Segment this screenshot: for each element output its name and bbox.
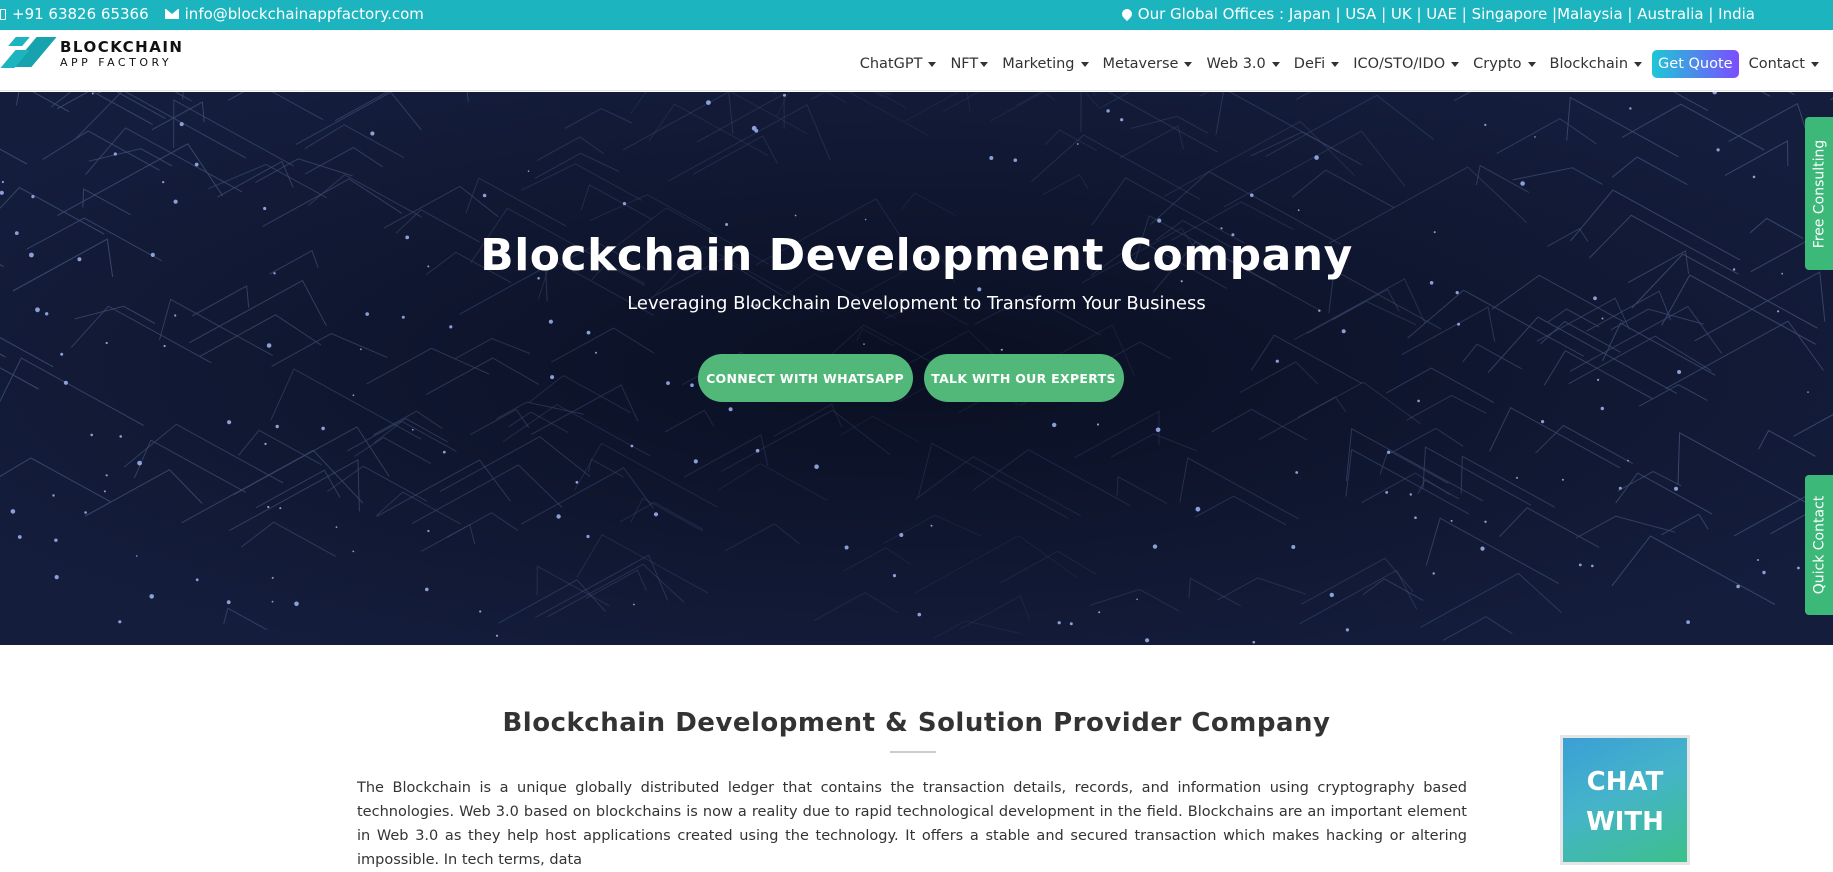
nav-item-contact[interactable]: Contact <box>1749 56 1819 72</box>
nav-item-blockchain[interactable]: Blockchain <box>1550 56 1643 72</box>
nav-item-metaverse[interactable]: Metaverse <box>1103 56 1193 72</box>
get-quote-button[interactable]: Get Quote <box>1652 50 1739 78</box>
site-header: BLOCKCHAIN APP FACTORY ChatGPT NFT Marke… <box>0 30 1833 91</box>
main-nav: ChatGPT NFT Marketing Metaverse Web 3.0 … <box>846 50 1819 78</box>
mobile-phone-icon <box>0 8 6 20</box>
email-link[interactable]: info@blockchainappfactory.com <box>164 5 424 23</box>
caret-down-icon <box>1634 61 1643 67</box>
caret-down-icon <box>1184 61 1193 67</box>
nav-item-marketing[interactable]: Marketing <box>1002 56 1089 72</box>
caret-down-icon <box>980 61 989 67</box>
intro-paragraph: The Blockchain is a unique globally dist… <box>357 780 1467 868</box>
caret-down-icon <box>1527 61 1536 67</box>
nav-item-defi[interactable]: DeFi <box>1294 56 1340 72</box>
logo-mark-icon <box>0 34 57 74</box>
title-divider <box>890 751 936 753</box>
caret-down-icon <box>1271 61 1280 67</box>
nav-item-web3[interactable]: Web 3.0 <box>1206 56 1280 72</box>
chat-widget-line2: WITH <box>1586 807 1664 837</box>
hero-title: Blockchain Development Company <box>480 230 1353 281</box>
map-marker-icon <box>1119 6 1134 22</box>
logo-text-line1: BLOCKCHAIN <box>60 38 184 56</box>
logo-text-line2: APP FACTORY <box>60 56 173 69</box>
top-contact-bar: +91 63826 65366 info@blockchainappfactor… <box>0 0 1833 30</box>
chat-with-us-widget[interactable]: CHAT WITH <box>1560 735 1690 865</box>
caret-down-icon <box>1331 61 1340 67</box>
nav-item-ico-sto-ido[interactable]: ICO/STO/IDO <box>1353 56 1460 72</box>
phone-link[interactable]: +91 63826 65366 <box>0 5 149 23</box>
caret-down-icon <box>1811 61 1819 67</box>
site-logo[interactable]: BLOCKCHAIN APP FACTORY <box>0 34 184 74</box>
caret-down-icon <box>1080 61 1089 67</box>
caret-down-icon <box>1451 61 1460 67</box>
nav-item-crypto[interactable]: Crypto <box>1473 56 1536 72</box>
section-title: Blockchain Development & Solution Provid… <box>502 708 1331 738</box>
talk-with-experts-button[interactable]: TALK WITH OUR EXPERTS <box>923 354 1124 402</box>
nav-item-nft[interactable]: NFT <box>950 56 989 72</box>
connect-whatsapp-button[interactable]: CONNECT WITH WHATSAPP <box>697 354 913 402</box>
free-consulting-tab[interactable]: Free Consulting <box>1805 117 1833 270</box>
hero-banner: Blockchain Development Company Leveragin… <box>0 92 1833 645</box>
envelope-icon <box>164 9 179 19</box>
email-address: info@blockchainappfactory.com <box>184 5 424 23</box>
hero-subtitle: Leveraging Blockchain Development to Tra… <box>627 293 1206 314</box>
chat-widget-line1: CHAT <box>1586 767 1664 797</box>
nav-item-chatgpt[interactable]: ChatGPT <box>860 56 937 72</box>
quick-contact-tab[interactable]: Quick Contact <box>1805 475 1833 615</box>
caret-down-icon <box>928 61 937 67</box>
phone-number: +91 63826 65366 <box>12 5 149 23</box>
global-offices-text: Our Global Offices : Japan | USA | UK | … <box>1137 5 1755 23</box>
